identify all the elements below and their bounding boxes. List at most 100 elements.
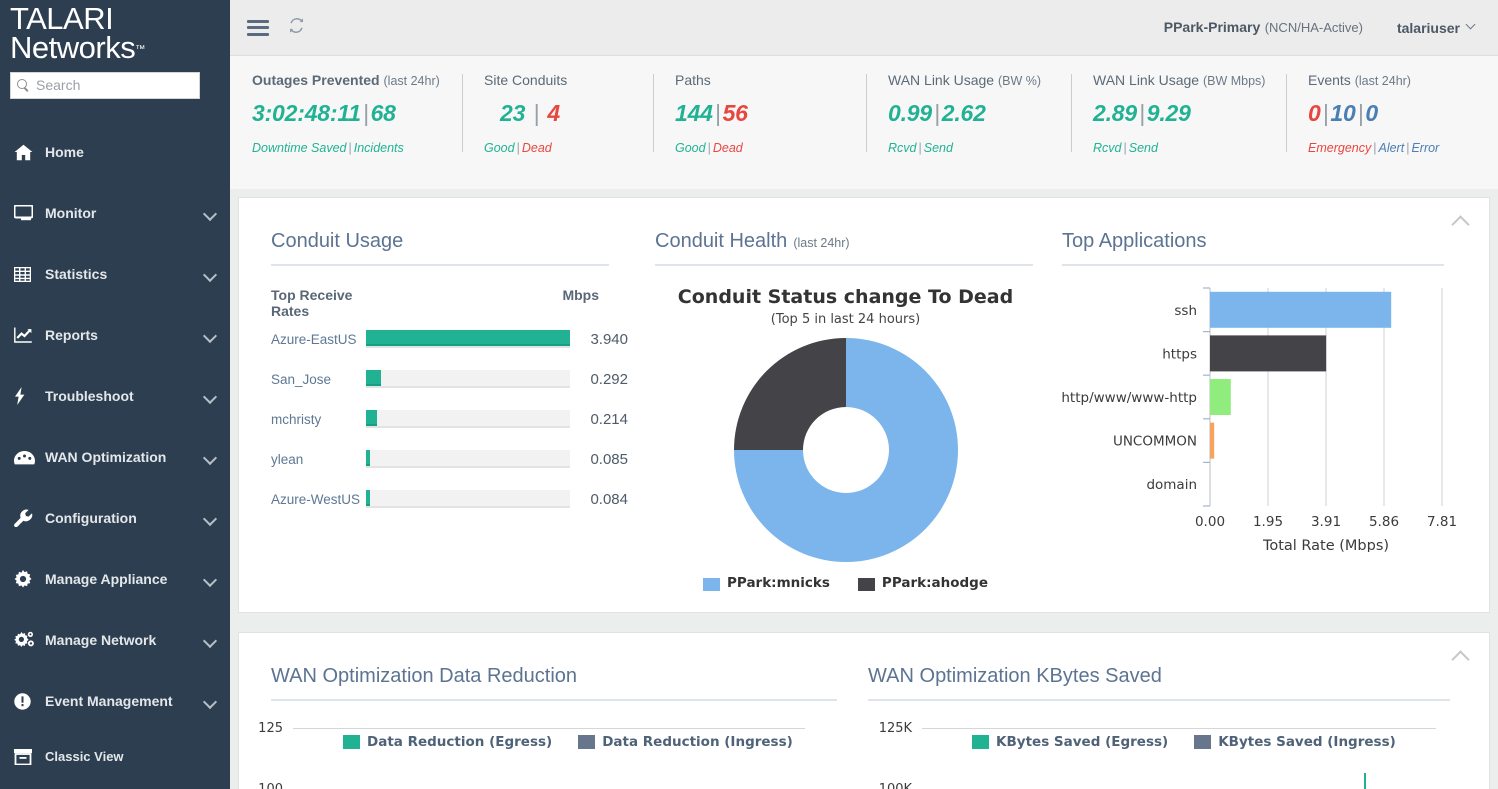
- bar[interactable]: [1210, 379, 1231, 415]
- kpi-legend: Emergency | Alert | Error: [1308, 141, 1440, 155]
- sidebar-item-manage-appliance[interactable]: Manage Appliance: [0, 549, 230, 610]
- sidebar-item-label: Event Management: [45, 693, 173, 710]
- legend-label: PPark:mnicks: [727, 575, 830, 591]
- conduit-bar-fill: [366, 490, 371, 506]
- search-icon: [17, 78, 30, 92]
- brand-line-2: Networks™: [10, 30, 146, 66]
- sidebar-item-home[interactable]: Home: [0, 122, 230, 183]
- hamburger-icon[interactable]: [247, 19, 269, 36]
- y-axis-tick: 100K: [852, 782, 912, 789]
- conduit-usage-row: Azure-WestUS 0.084: [271, 479, 631, 519]
- donut-legend: PPark:mnicks PPark:ahodge: [655, 575, 1036, 591]
- legend-label: KBytes Saved (Egress): [996, 734, 1169, 750]
- sidebar: TALARI Networks™ Home Monitor Statistics: [0, 0, 230, 789]
- card-title: Conduit Health (last 24hr): [655, 230, 850, 252]
- refresh-icon[interactable]: [288, 17, 305, 38]
- bar[interactable]: [1210, 335, 1327, 372]
- legend-swatch: [343, 735, 360, 749]
- y-axis-tick: UNCOMMON: [1113, 434, 1197, 450]
- legend-item[interactable]: PPark:mnicks: [703, 575, 830, 591]
- conduit-bar-fill: [366, 370, 382, 386]
- bolt-icon: [14, 387, 40, 406]
- kpi-wan-link-usage-percent: WAN Link Usage (BW %) 0.99|2.62 Rcvd | Sen…: [866, 72, 1071, 155]
- kpi-subtitle: (last 24hr): [383, 74, 440, 88]
- legend-item[interactable]: Data Reduction (Ingress): [578, 734, 793, 750]
- conduit-usage-header: Top Receive Rates Mbps: [271, 287, 631, 319]
- conduit-usage-row: mchristy 0.214: [271, 399, 631, 439]
- legend-item[interactable]: KBytes Saved (Egress): [972, 734, 1168, 750]
- conduit-value: 0.214: [590, 410, 628, 428]
- chevron-down-icon: [204, 329, 216, 341]
- kpi-values: 0.99|2.62: [888, 100, 986, 126]
- kpi-subtitle: (BW %): [997, 74, 1042, 88]
- user-menu[interactable]: talariuser: [1397, 20, 1476, 36]
- chart-legend: KBytes Saved (Egress) KBytes Saved (Ingr…: [972, 734, 1396, 750]
- legend-item[interactable]: KBytes Saved (Ingress): [1194, 734, 1396, 750]
- x-axis-tick: 1.95: [1253, 514, 1283, 530]
- chevron-down-icon: [204, 451, 216, 463]
- sidebar-item-monitor[interactable]: Monitor: [0, 183, 230, 244]
- kpi-wan-link-usage-mbps: WAN Link Usage (BW Mbps) 2.89|9.29 Rcvd |…: [1071, 72, 1286, 155]
- card-conduit-health: Conduit Health (last 24hr) Conduit Status…: [631, 198, 1036, 591]
- bar[interactable]: [1210, 422, 1215, 459]
- conduit-usage-row: ylean 0.085: [271, 439, 631, 479]
- main-content: PPark-Primary (NCN/HA-Active) talariuser…: [230, 0, 1498, 789]
- kpi-outages-prevented: Outages Prevented (last 24hr) 3:02:48:11…: [230, 72, 462, 155]
- sidebar-item-statistics[interactable]: Statistics: [0, 244, 230, 305]
- chevron-down-icon: [204, 268, 216, 280]
- y-axis-tick: ssh: [1174, 303, 1197, 319]
- search-box[interactable]: [10, 71, 200, 99]
- monitor-icon: [14, 205, 40, 221]
- conduit-value: 0.084: [590, 490, 628, 508]
- series-marker: [1364, 773, 1367, 789]
- y-axis-tick: https: [1162, 346, 1197, 362]
- brand-logo: TALARI Networks™: [0, 0, 230, 66]
- chevron-down-icon: [204, 390, 216, 402]
- kpi-title: Outages Prevented (last 24hr): [252, 72, 440, 88]
- conduit-usage-rows: Azure-EastUS 3.940 San_Jose 0.292 mchristy 0.…: [271, 319, 631, 519]
- kpi-title: WAN Link Usage (BW Mbps): [1093, 72, 1266, 88]
- column-header-units: Mbps: [562, 287, 599, 303]
- card-top-applications: Top Applications 0.00 1.95 3.91 5.86 7.81 ssh…: [1036, 198, 1486, 591]
- conduit-usage-row: Azure-EastUS 3.940: [271, 319, 631, 359]
- legend-swatch: [857, 577, 875, 591]
- y-axis-tick: http/www/www-http: [1062, 390, 1197, 406]
- site-name: PPark-Primary: [1163, 18, 1261, 35]
- x-axis-tick: 5.86: [1369, 514, 1399, 530]
- kpi-title: Paths: [675, 72, 711, 88]
- conduit-bar-track: [366, 410, 570, 428]
- conduit-value: 3.940: [590, 330, 628, 348]
- kpi-values: 3:02:48:11|68: [252, 100, 396, 126]
- kpi-values: 0|10|0: [1308, 100, 1378, 126]
- divider: [868, 699, 1451, 701]
- sidebar-item-troubleshoot[interactable]: Troubleshoot: [0, 366, 230, 427]
- chevron-down-icon: [204, 512, 216, 524]
- legend-item[interactable]: Data Reduction (Egress): [343, 734, 552, 750]
- search-input[interactable]: [36, 77, 193, 94]
- sidebar-item-manage-network[interactable]: Manage Network: [0, 610, 230, 671]
- kpi-legend: Rcvd | Send: [888, 141, 953, 155]
- kpi-strip: Outages Prevented (last 24hr) 3:02:48:11…: [230, 56, 1498, 189]
- sidebar-item-wan-optimization[interactable]: WAN Optimization: [0, 427, 230, 488]
- divider: [271, 264, 609, 266]
- donut-slice[interactable]: [733, 338, 846, 450]
- kpi-legend: Downtime Saved | Incidents: [252, 141, 404, 155]
- sidebar-item-classic-view[interactable]: Classic View: [0, 732, 230, 782]
- conduit-bar-fill: [366, 330, 570, 346]
- kpi-legend: Good | Dead: [675, 141, 743, 155]
- site-role: (NCN/HA-Active): [1264, 19, 1363, 35]
- sidebar-item-event-management[interactable]: Event Management: [0, 671, 230, 732]
- table-grid-icon: [14, 266, 40, 282]
- bar[interactable]: [1210, 291, 1392, 328]
- current-site: PPark-Primary (NCN/HA-Active): [1164, 19, 1363, 37]
- card-wan-data-reduction: WAN Optimization Data Reduction 125 100 …: [239, 633, 854, 789]
- sidebar-item-configuration[interactable]: Configuration: [0, 488, 230, 549]
- sidebar-item-reports[interactable]: Reports: [0, 305, 230, 366]
- legend-swatch: [703, 577, 721, 591]
- card-conduit-usage: Conduit Usage Top Receive Rates Mbps Azu…: [239, 198, 631, 591]
- legend-item[interactable]: PPark:ahodge: [857, 575, 988, 591]
- kpi-values: 23 | 4: [500, 100, 560, 126]
- legend-label: Data Reduction (Ingress): [602, 734, 793, 750]
- kpi-events: Events (last 24hr) 0|10|0 Emergency | Aler…: [1286, 72, 1486, 155]
- chevron-down-icon: [204, 634, 216, 646]
